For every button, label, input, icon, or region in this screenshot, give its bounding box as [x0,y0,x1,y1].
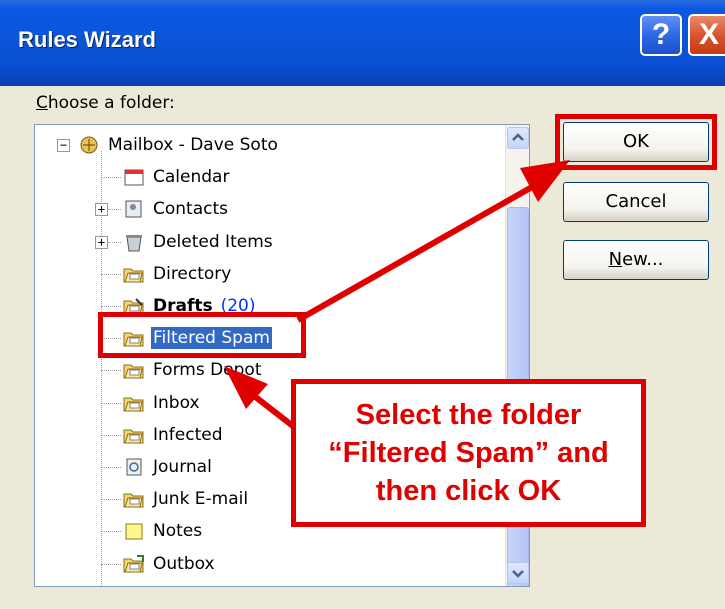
tree-node-infected[interactable]: Infected [123,419,225,451]
folder-icon [123,332,144,347]
tree-node-label: Inbox [153,392,200,413]
instruction-callout: Select the folder “Filtered Spam” and th… [291,379,646,527]
expand-icon[interactable]: + [95,203,108,217]
tree-guide-line [101,531,121,533]
folder-icon [123,493,144,508]
unread-count: (20) [220,296,256,316]
calendar-icon [124,169,144,186]
tree-node-contacts[interactable]: Contacts [123,193,230,225]
tree-guide-line [101,151,102,586]
tree-guide-line [101,563,121,565]
new-button[interactable]: New... [563,240,709,280]
chevron-down-icon [512,570,524,578]
scroll-up-button[interactable] [507,127,529,149]
tree-node-label: Mailbox - Dave Soto [108,135,278,155]
tree-node-filtered-spam[interactable]: Filtered Spam [123,322,272,354]
collapse-icon[interactable]: − [57,138,70,152]
tree-node-inbox[interactable]: Inbox [123,387,202,419]
tree-guide-line [101,434,121,436]
tree-guide-line [101,273,121,275]
tree-node-mailbox[interactable]: − Mailbox - Dave Soto [57,129,280,161]
tree-node-label: Filtered Spam [151,327,272,350]
callout-text: Select the folder “Filtered Spam” and th… [328,399,609,507]
tree-node-junk-e-mail[interactable]: Junk E-mail [123,483,250,515]
tree-node-notes[interactable]: Notes [123,515,204,547]
tree-guide-line [101,402,121,404]
tree-node-label: Calendar [153,167,230,188]
tree-node-label: Outbox [153,553,215,574]
tree-node-label: Deleted Items [153,231,273,252]
tree-node-drafts[interactable]: Drafts (20) [123,290,256,322]
inbox-icon [123,397,144,412]
tree-node-outbox[interactable]: Outbox [123,548,217,580]
expand-icon[interactable]: + [95,235,108,249]
tree-node-deleted-items[interactable]: Deleted Items [123,226,275,258]
folder-icon [123,268,144,283]
tree-node-label: Notes [153,521,203,542]
close-button[interactable]: X [688,14,725,56]
tree-guide-line [101,306,121,307]
drafts-icon [123,298,144,315]
tree-node-label: Directory [153,263,232,284]
folder-icon [123,429,144,444]
tree-node-label: Drafts [153,296,213,316]
mailbox-icon [80,136,98,154]
notes-icon [125,523,143,540]
accelerator-letter: C [36,93,48,113]
tree-node-journal[interactable]: Journal [123,451,214,483]
tree-node-label: Forms Depot [153,360,262,381]
chevron-up-icon [512,133,524,141]
tree-node-label: Junk E-mail [153,489,249,510]
help-button[interactable]: ? [640,14,682,56]
rules-wizard-dialog: Rules Wizard ? X Choose a folder: − Mailb… [0,0,725,609]
tree-node-directory[interactable]: Directory [123,258,233,290]
trash-icon [126,234,142,252]
scroll-down-button[interactable] [507,562,529,584]
tree-guide-line [101,467,121,468]
tree-node-forms-depot[interactable]: Forms Depot [123,354,264,386]
journal-icon [126,458,142,476]
cancel-button[interactable]: Cancel [563,182,709,222]
ok-button[interactable]: OK [563,122,709,162]
label-rest: hoose a folder: [47,93,175,113]
folder-icon [123,364,144,379]
tree-guide-line [101,177,121,179]
tree-node-calendar[interactable]: Calendar [123,161,231,193]
contacts-icon [125,200,142,218]
tree-node-label: Contacts [153,199,228,220]
tree-node-label: Infected [153,424,223,445]
outbox-icon [123,554,144,573]
tree-node-label: Journal [153,457,212,477]
title-bar[interactable]: Rules Wizard ? X [0,0,725,86]
tree-guide-line [101,370,121,372]
tree-guide-line [101,338,121,340]
accelerator-letter: N [608,249,623,270]
window-title: Rules Wizard [18,27,156,52]
choose-folder-label: Choose a folder: [36,93,175,113]
tree-guide-line [101,499,121,501]
button-label-rest: ew... [622,249,664,270]
